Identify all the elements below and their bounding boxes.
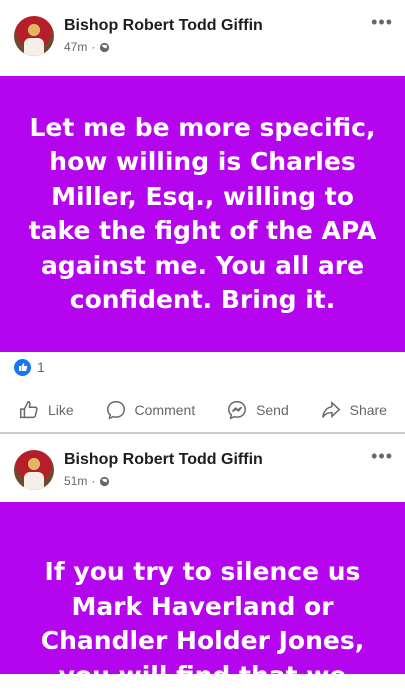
avatar[interactable]: [14, 450, 54, 490]
more-icon[interactable]: •••: [371, 446, 393, 467]
avatar[interactable]: [14, 16, 54, 56]
post-text-background: If you try to silence us Mark Haverland …: [0, 502, 405, 690]
post: Bishop Robert Todd Giffin 51m · ••• If y…: [0, 434, 405, 690]
send-button[interactable]: Send: [226, 399, 289, 421]
post-meta: 47m ·: [64, 40, 110, 54]
author-name[interactable]: Bishop Robert Todd Giffin: [64, 17, 263, 35]
post-text-background: Let me be more specific, how willing is …: [0, 76, 405, 352]
comment-label: Comment: [134, 402, 196, 418]
share-icon: [321, 400, 340, 419]
actions-bar: Like Comment Send Share: [0, 382, 405, 438]
post-text: Let me be more specific, how willing is …: [28, 112, 377, 315]
comment-button[interactable]: Comment: [105, 399, 196, 421]
like-icon: [20, 401, 38, 419]
globe-icon: [100, 42, 110, 52]
more-icon[interactable]: •••: [371, 12, 393, 33]
post-header: Bishop Robert Todd Giffin 51m · •••: [0, 434, 405, 502]
author-name[interactable]: Bishop Robert Todd Giffin: [64, 451, 263, 469]
share-button[interactable]: Share: [320, 399, 387, 421]
send-icon: [228, 401, 247, 420]
like-label: Like: [48, 402, 74, 418]
post: Bishop Robert Todd Giffin 47m · ••• Let …: [0, 0, 405, 438]
timestamp[interactable]: 51m: [64, 474, 87, 488]
post-header: Bishop Robert Todd Giffin 47m · •••: [0, 0, 405, 76]
send-label: Send: [256, 402, 289, 418]
like-reaction-icon: [14, 358, 31, 376]
like-button[interactable]: Like: [18, 399, 74, 421]
timestamp[interactable]: 47m: [64, 40, 87, 54]
post-text: If you try to silence us Mark Haverland …: [40, 557, 365, 690]
post-meta: 51m ·: [64, 474, 110, 488]
reaction-count: 1: [37, 359, 45, 375]
comment-icon: [106, 401, 125, 420]
reactions-row[interactable]: 1: [0, 352, 405, 382]
share-label: Share: [349, 402, 387, 418]
globe-icon: [100, 476, 110, 486]
